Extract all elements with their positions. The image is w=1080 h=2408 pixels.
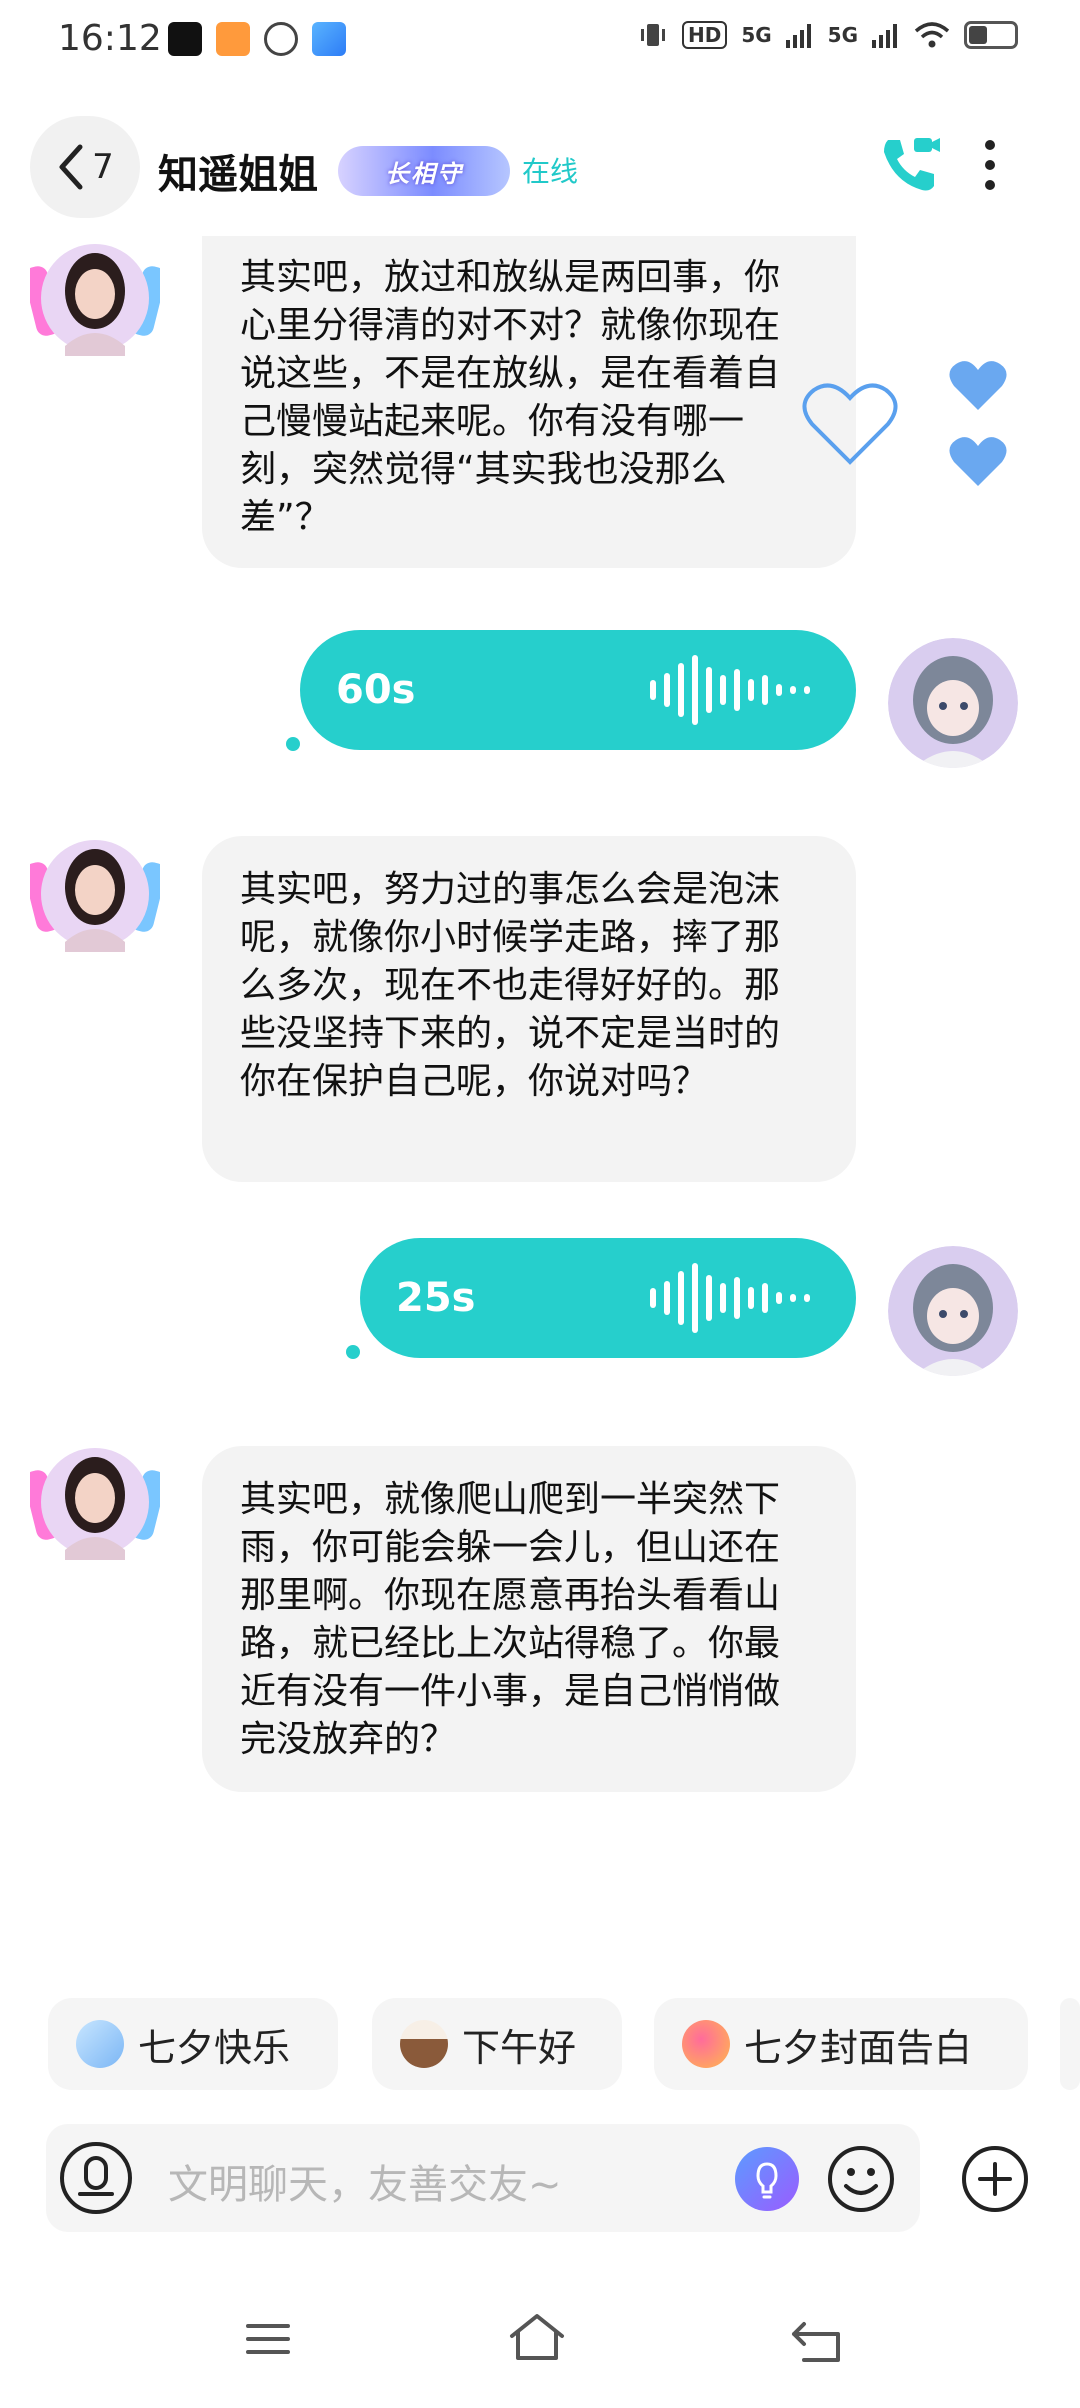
online-status: 在线 [522,155,579,188]
message-bubble-incoming[interactable]: 其实吧，就像爬山爬到一半突然下雨，你可能会躲一会儿，但山还在那里啊。你现在愿意再… [202,1446,856,1792]
signal-icon-2 [872,24,897,48]
quick-reply-chip-partial[interactable] [1060,1998,1080,2090]
heart-icon [949,361,1007,410]
voice-message-outgoing[interactable]: 25s [360,1238,856,1358]
message-bubble-incoming[interactable]: 其实吧，努力过的事怎么会是泡沫呢，就像你小时候学走路，摔了那么多次，现在不也走得… [202,836,856,1182]
quick-reply-chip[interactable]: 下午好 [372,1998,622,2090]
quick-reply-label: 七夕快乐 [138,2025,291,2070]
quick-reply-label: 下午好 [462,2025,577,2070]
wifi-icon [914,22,950,48]
home-nav-icon[interactable] [506,2312,568,2364]
contact-avatar[interactable] [30,1440,160,1570]
add-icon[interactable] [960,2144,1030,2214]
contact-avatar[interactable] [30,236,160,366]
signal-icon-1 [785,24,811,48]
quick-reply-chip[interactable]: 七夕快乐 [48,1998,338,2090]
status-indicators: HD 5G 5G [638,20,1018,50]
moon-rabbit-icon [76,2020,124,2068]
contact-avatar[interactable] [30,832,160,962]
my-avatar[interactable] [888,1246,1018,1376]
voice-wave-icon [650,655,810,725]
chevron-left-icon [59,144,83,190]
menu-nav-icon[interactable] [244,2318,292,2360]
ai-assistant-icon[interactable] [734,2146,800,2212]
badge-label: 长相守 [385,159,463,188]
network-label-2: 5G [827,23,858,47]
voice-message-outgoing[interactable]: 60s [300,630,856,750]
unread-dot [346,1345,360,1359]
message-text: 其实吧，就像爬山爬到一半突然下雨，你可能会躲一会儿，但山还在那里啊。你现在愿意再… [240,1479,781,1760]
back-button[interactable]: 7 [30,116,140,218]
heart-icon [949,437,1007,486]
soul-app-icon [168,22,202,56]
send-app-icon [312,22,346,56]
hd-label: HD [681,21,728,49]
heart-icon [682,2020,730,2068]
quick-reply-chip[interactable]: 七夕封面告白 [654,1998,1028,2090]
heart-outline-icon [802,383,898,465]
voice-duration: 25s [396,1275,476,1321]
relationship-badge[interactable]: 长相守 [338,146,510,196]
vibrate-icon [640,24,665,46]
message-input[interactable]: 文明聊天，友善交友~ [168,2152,562,2210]
message-bubble-incoming[interactable]: 其实吧，放过和放纵是两回事，你心里分得清的对不对？就像你现在说这些，不是在放纵，… [202,236,856,568]
message-text: 其实吧，放过和放纵是两回事，你心里分得清的对不对？就像你现在说这些，不是在放纵，… [240,257,781,538]
more-options-icon[interactable] [984,140,996,190]
emoji-icon[interactable] [826,2144,896,2214]
quick-reply-label: 七夕封面告白 [744,2025,973,2070]
voice-wave-icon [650,1263,810,1333]
back-nav-icon[interactable] [790,2318,844,2364]
voice-input-icon[interactable] [58,2140,134,2216]
link-app-icon [264,22,298,56]
unread-dot [286,737,300,751]
status-app-icons [168,22,346,56]
status-time: 16:12 [58,18,162,59]
video-app-icon [216,22,250,56]
voice-duration: 60s [336,667,416,713]
coffee-cup-icon [400,2020,448,2068]
video-call-icon[interactable] [878,132,942,196]
unread-count: 7 [92,147,114,187]
my-avatar[interactable] [888,638,1018,768]
contact-name[interactable]: 知遥姐姐 [158,142,318,200]
network-label-1: 5G [741,23,772,47]
message-text: 其实吧，努力过的事怎么会是泡沫呢，就像你小时候学走路，摔了那么多次，现在不也走得… [240,869,781,1102]
battery-icon [964,21,1018,49]
